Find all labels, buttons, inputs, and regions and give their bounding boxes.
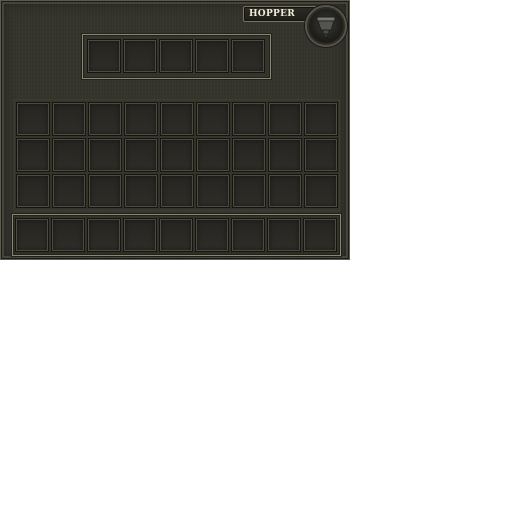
inventory-slot[interactable] bbox=[160, 102, 194, 136]
inventory-slot[interactable] bbox=[16, 174, 50, 208]
inventory-slot[interactable] bbox=[196, 138, 230, 172]
hotbar-slot[interactable] bbox=[231, 218, 265, 252]
window-title: HOPPER bbox=[249, 9, 296, 19]
inventory-slot[interactable] bbox=[124, 138, 158, 172]
hotbar-slot[interactable] bbox=[87, 218, 121, 252]
inventory-slot[interactable] bbox=[268, 138, 302, 172]
inventory-slot[interactable] bbox=[160, 138, 194, 172]
hopper-slot[interactable] bbox=[87, 39, 121, 73]
inventory-slot[interactable] bbox=[232, 102, 266, 136]
inventory-slot[interactable] bbox=[232, 174, 266, 208]
hopper-slot[interactable] bbox=[231, 39, 265, 73]
hotbar-slot[interactable] bbox=[195, 218, 229, 252]
inventory-slot[interactable] bbox=[124, 102, 158, 136]
inventory-slot[interactable] bbox=[304, 174, 338, 208]
inventory-slot[interactable] bbox=[88, 138, 122, 172]
inventory-slot[interactable] bbox=[232, 138, 266, 172]
hotbar-slot[interactable] bbox=[267, 218, 301, 252]
inventory-slot[interactable] bbox=[304, 138, 338, 172]
inventory-slot[interactable] bbox=[160, 174, 194, 208]
inventory-slot[interactable] bbox=[268, 174, 302, 208]
inventory-slot[interactable] bbox=[16, 102, 50, 136]
hopper-emblem bbox=[305, 5, 347, 47]
hotbar-slot[interactable] bbox=[15, 218, 49, 252]
inventory-slot[interactable] bbox=[88, 174, 122, 208]
hotbar-slot[interactable] bbox=[123, 218, 157, 252]
inventory-slot[interactable] bbox=[16, 138, 50, 172]
hopper-slot[interactable] bbox=[195, 39, 229, 73]
hopper-slot[interactable] bbox=[159, 39, 193, 73]
hotbar-slot[interactable] bbox=[303, 218, 337, 252]
inventory-slot[interactable] bbox=[196, 174, 230, 208]
inventory-slot[interactable] bbox=[304, 102, 338, 136]
inventory-slot[interactable] bbox=[88, 102, 122, 136]
inventory-slot[interactable] bbox=[196, 102, 230, 136]
inventory-slot[interactable] bbox=[52, 174, 86, 208]
hopper-icon bbox=[316, 16, 336, 38]
inventory-slot[interactable] bbox=[52, 102, 86, 136]
inventory-slot[interactable] bbox=[268, 102, 302, 136]
hopper-window: HOPPER bbox=[0, 0, 350, 260]
hopper-slot[interactable] bbox=[123, 39, 157, 73]
hotbar-slot[interactable] bbox=[51, 218, 85, 252]
inventory-slot[interactable] bbox=[124, 174, 158, 208]
inventory-slot[interactable] bbox=[52, 138, 86, 172]
hotbar-slot[interactable] bbox=[159, 218, 193, 252]
